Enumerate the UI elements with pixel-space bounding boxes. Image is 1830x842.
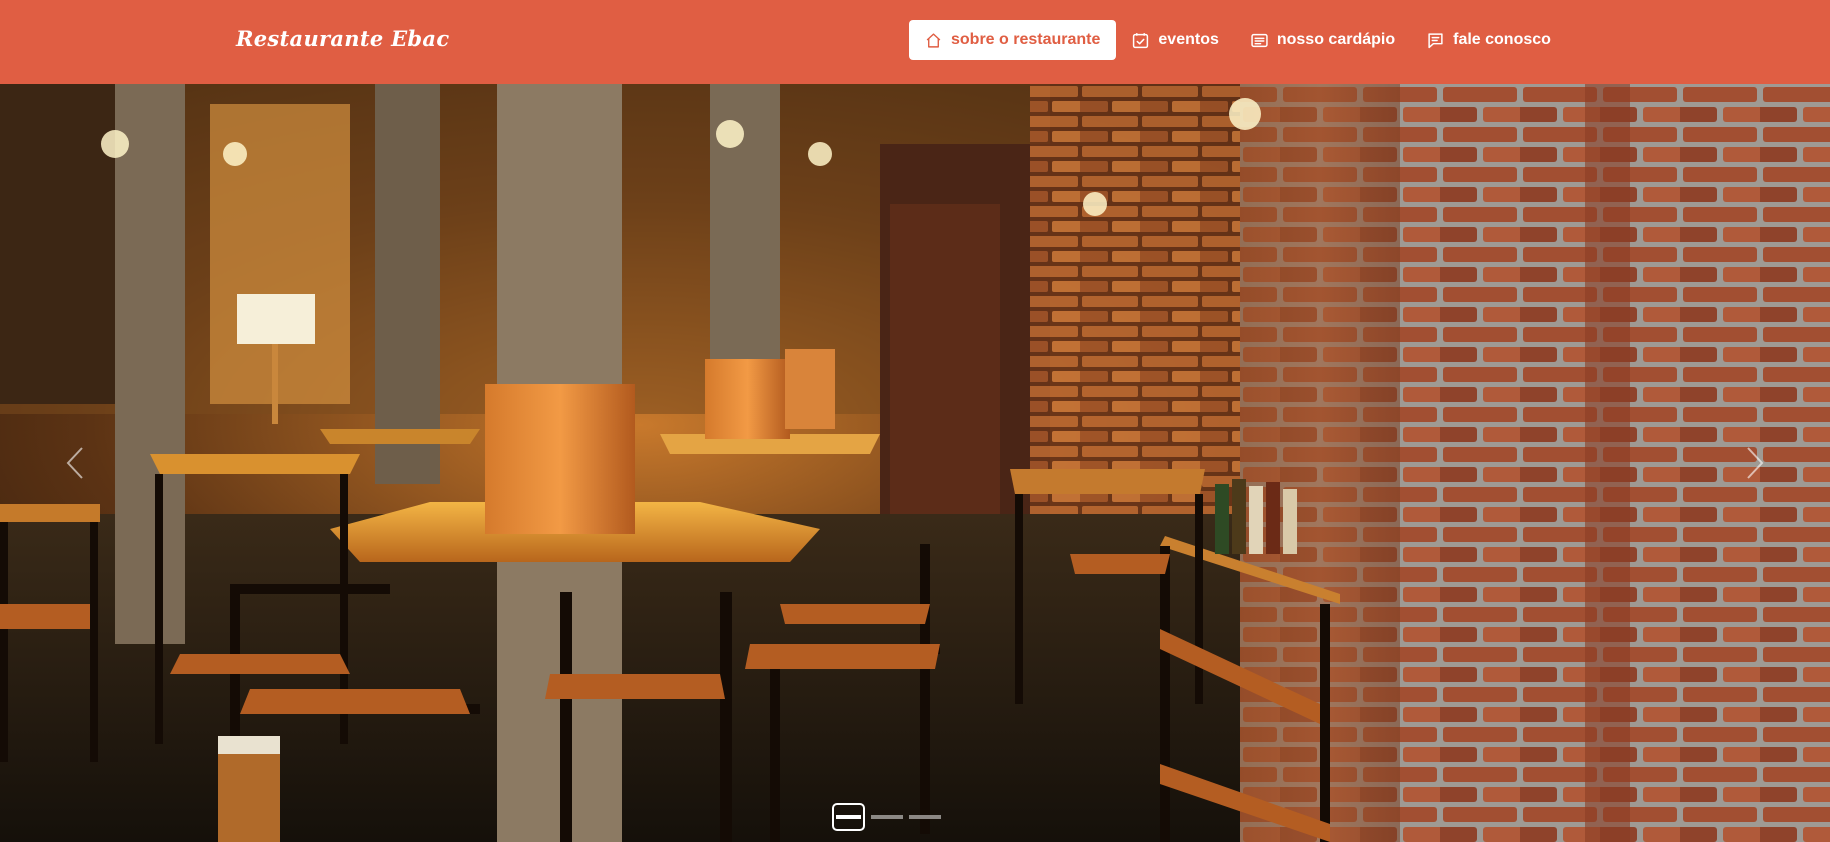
nav-label-eventos: eventos <box>1158 31 1219 48</box>
nav-menu: sobre o restaurante eventos nosso cardáp… <box>909 20 1567 60</box>
hero-carousel <box>0 84 1830 842</box>
house-icon <box>926 32 941 48</box>
nav-item-contato: fale conosco <box>1411 20 1567 60</box>
nav-link-eventos[interactable]: eventos <box>1116 20 1234 60</box>
nav-link-fale-conosco[interactable]: fale conosco <box>1411 20 1567 60</box>
carousel-indicator-2[interactable] <box>871 815 903 819</box>
carousel-slide-image <box>0 84 1830 842</box>
chevron-left-icon <box>66 447 83 479</box>
nav-item-cardapio: nosso cardápio <box>1235 20 1411 60</box>
brand-logo-link[interactable]: Restaurante Ebac <box>236 26 449 51</box>
top-navbar: Restaurante Ebac sobre o restaurante eve… <box>0 0 1830 84</box>
carousel-next-button[interactable] <box>1680 84 1830 842</box>
carousel-prev-button[interactable] <box>0 84 150 842</box>
chat-text-icon <box>1428 32 1443 48</box>
carousel-indicator-1[interactable] <box>832 803 865 831</box>
nav-label-contato: fale conosco <box>1453 31 1551 48</box>
chevron-right-icon <box>1747 447 1764 479</box>
nav-link-sobre-o-restaurante[interactable]: sobre o restaurante <box>909 20 1117 60</box>
nav-label-sobre: sobre o restaurante <box>951 31 1101 48</box>
nav-label-cardapio: nosso cardápio <box>1276 31 1396 48</box>
card-text-icon <box>1251 33 1268 47</box>
carousel-indicators <box>832 803 941 831</box>
nav-item-sobre: sobre o restaurante <box>909 20 1117 60</box>
nav-link-nosso-cardapio[interactable]: nosso cardápio <box>1235 20 1411 60</box>
calendar-check-icon <box>1133 32 1149 48</box>
nav-item-eventos: eventos <box>1116 20 1234 60</box>
carousel-indicator-3[interactable] <box>909 815 941 819</box>
